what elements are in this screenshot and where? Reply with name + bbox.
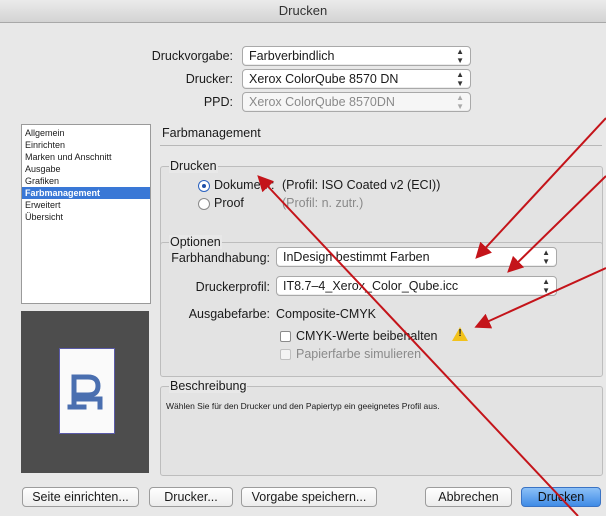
ppd-value: Xerox ColorQube 8570DN: [249, 95, 395, 109]
printer-value: Xerox ColorQube 8570 DN: [249, 72, 399, 86]
printer-popup[interactable]: Xerox ColorQube 8570 DN ▲ ▼: [242, 69, 471, 89]
document-profile-detail: (Profil: ISO Coated v2 (ECI)): [282, 178, 441, 192]
options-group-title: Optionen: [169, 235, 222, 249]
cancel-button[interactable]: Abbrechen: [425, 487, 512, 507]
simulate-paper-checkbox: [280, 349, 291, 360]
popup-arrows-icon: ▲ ▼: [456, 70, 464, 88]
window-titlebar: Drucken: [0, 0, 606, 23]
category-item-allgemein[interactable]: Allgemein: [22, 127, 150, 139]
ppd-popup: Xerox ColorQube 8570DN ▲ ▼: [242, 92, 471, 112]
popup-arrows-icon: ▲ ▼: [542, 248, 550, 266]
printer-profile-label: Druckerprofil:: [195, 280, 270, 294]
page-setup-button[interactable]: Seite einrichten...: [22, 487, 139, 507]
printer-button[interactable]: Drucker...: [149, 487, 233, 507]
print-button[interactable]: Drucken: [521, 487, 601, 507]
popup-arrows-icon: ▲ ▼: [456, 93, 464, 111]
ppd-label: PPD:: [203, 95, 233, 109]
category-item-uebersicht[interactable]: Übersicht: [22, 211, 150, 223]
description-text: Wählen Sie für den Drucker und den Papie…: [166, 401, 440, 411]
category-item-grafiken[interactable]: Grafiken: [22, 175, 150, 187]
proof-radio[interactable]: [198, 198, 210, 210]
popup-arrows-icon: ▲ ▼: [542, 277, 550, 295]
preview-page: [59, 348, 115, 434]
printer-profile-value: IT8.7–4_Xerox_Color_Qube.icc: [283, 279, 459, 293]
category-item-erweitert[interactable]: Erweitert: [22, 199, 150, 211]
document-radio[interactable]: [198, 180, 210, 192]
print-preset-popup[interactable]: Farbverbindlich ▲ ▼: [242, 46, 471, 66]
preserve-cmyk-label: CMYK-Werte beibehalten: [296, 329, 438, 343]
preview-glyph-icon: [67, 374, 103, 410]
save-preset-button[interactable]: Vorgabe speichern...: [241, 487, 377, 507]
simulate-paper-label: Papierfarbe simulieren: [296, 347, 422, 361]
page-preview: [21, 311, 149, 473]
document-radio-label: Dokument:: [214, 178, 275, 192]
printer-label: Drucker:: [185, 72, 233, 86]
section-divider: [160, 145, 602, 146]
category-item-farbmanagement[interactable]: Farbmanagement: [22, 187, 150, 199]
color-handling-popup[interactable]: InDesign bestimmt Farben ▲ ▼: [276, 247, 557, 267]
preserve-cmyk-checkbox[interactable]: [280, 331, 291, 342]
printer-profile-popup[interactable]: IT8.7–4_Xerox_Color_Qube.icc ▲ ▼: [276, 276, 557, 296]
description-group: [160, 386, 603, 476]
print-preset-label: Druckvorgabe:: [151, 49, 233, 63]
popup-arrows-icon: ▲ ▼: [456, 47, 464, 65]
print-preset-value: Farbverbindlich: [249, 49, 335, 63]
section-title: Farbmanagement: [162, 126, 261, 140]
color-handling-value: InDesign bestimmt Farben: [283, 250, 430, 264]
output-color-value: Composite-CMYK: [276, 307, 377, 321]
description-group-title: Beschreibung: [169, 379, 248, 393]
print-group-title: Drucken: [169, 159, 218, 173]
color-handling-label: Farbhandhabung:: [171, 251, 270, 265]
output-color-label: Ausgabefarbe:: [188, 307, 270, 321]
category-item-ausgabe[interactable]: Ausgabe: [22, 163, 150, 175]
window-title: Drucken: [278, 3, 328, 18]
category-list[interactable]: Allgemein Einrichten Marken und Anschnit…: [21, 124, 151, 304]
category-item-einrichten[interactable]: Einrichten: [22, 139, 150, 151]
proof-profile-detail: (Profil: n. zutr.): [282, 196, 364, 210]
proof-radio-label: Proof: [214, 196, 244, 210]
category-item-marken[interactable]: Marken und Anschnitt: [22, 151, 150, 163]
